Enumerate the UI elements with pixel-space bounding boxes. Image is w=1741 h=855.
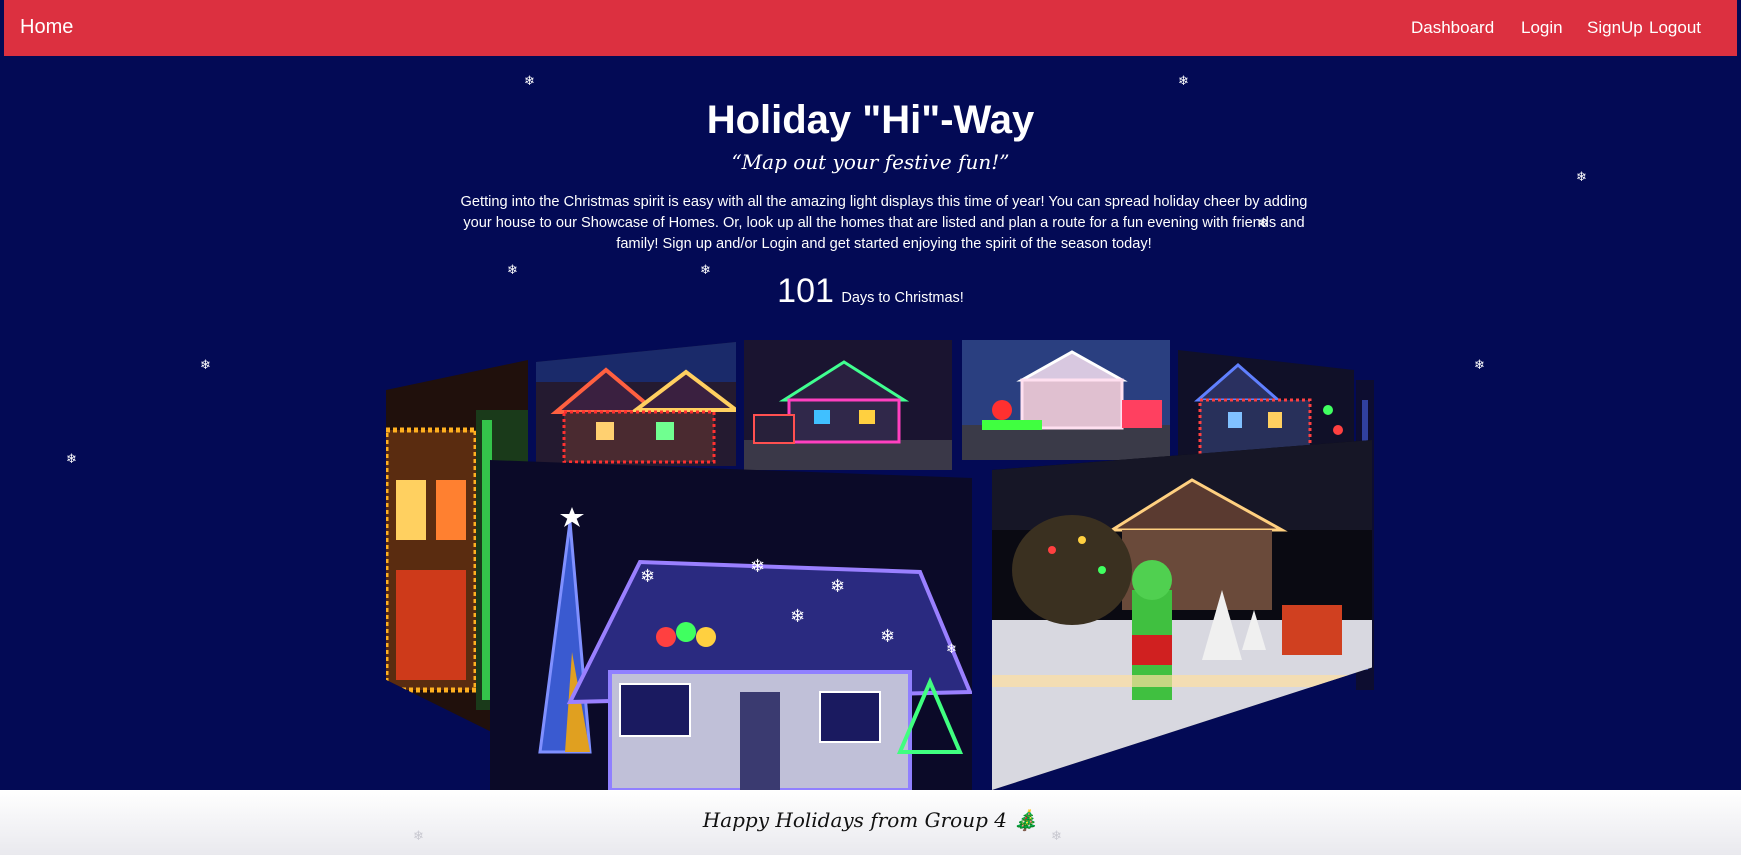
snowflake-icon: ❄ — [1576, 170, 1587, 185]
carousel-photo-back-2 — [744, 340, 952, 470]
carousel-photo-back-4 — [1178, 350, 1354, 460]
svg-text:❄: ❄ — [830, 576, 845, 596]
svg-text:❄: ❄ — [750, 556, 765, 576]
carousel-photo-blue-house: ❄ ❄ ❄ ❄ ❄ — [490, 460, 972, 790]
snowflake-icon: ❄ — [1258, 216, 1269, 231]
snowflake-icon: ❄ — [200, 358, 211, 373]
footer: Happy Holidays from Group 4 🎄 ❄ ❄ — [0, 790, 1741, 855]
carousel-photo-back-3 — [962, 340, 1170, 460]
snowflake-icon: ❄ — [524, 74, 535, 89]
snowflake-icon: ❄ — [1474, 358, 1485, 373]
svg-text:❄: ❄ — [790, 606, 805, 626]
snowflake-icon: ❄ — [1178, 74, 1189, 89]
carousel-photo-back-1 — [536, 342, 736, 466]
photo-carousel[interactable]: ❄ ❄ ❄ ❄ ❄ — [0, 0, 1741, 790]
snowflake-icon: ❄ — [946, 642, 957, 657]
snowflake-icon: ❄ — [700, 263, 711, 278]
carousel-photo-grinch-display — [992, 440, 1372, 790]
svg-text:❄: ❄ — [880, 626, 895, 646]
snowflake-icon: ❄ — [413, 829, 424, 844]
snowflake-icon: ❄ — [1051, 829, 1062, 844]
svg-text:❄: ❄ — [640, 566, 655, 586]
snowflake-icon: ❄ — [507, 263, 518, 278]
snowflake-icon: ❄ — [66, 452, 77, 467]
footer-message: Happy Holidays from Group 4 🎄 — [702, 808, 1039, 832]
